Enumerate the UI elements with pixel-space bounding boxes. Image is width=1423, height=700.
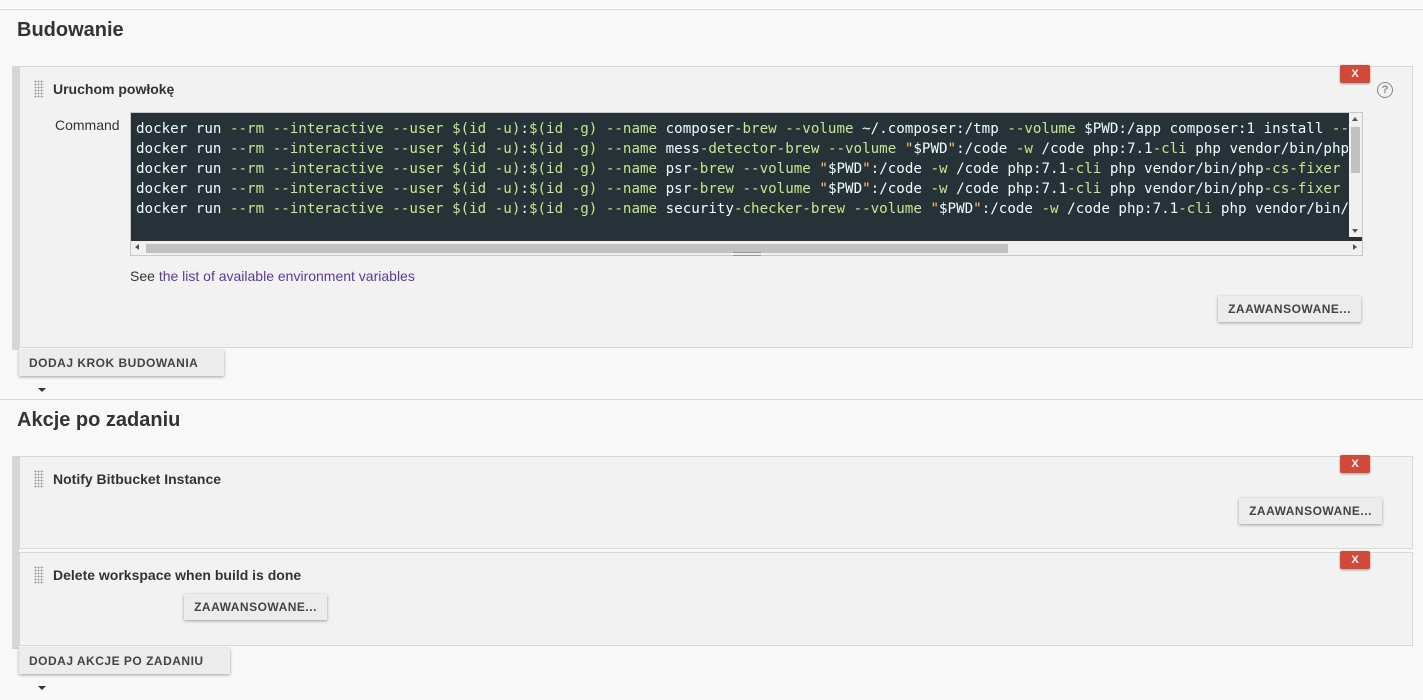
top-divider bbox=[0, 9, 1423, 10]
post-actions-bar bbox=[12, 456, 19, 649]
drag-handle-icon[interactable] bbox=[34, 80, 44, 98]
add-build-step-label: DODAJ KROK BUDOWANIA bbox=[29, 356, 199, 370]
editor-resize-grip[interactable] bbox=[733, 252, 761, 253]
horizontal-scroll-thumb[interactable] bbox=[146, 244, 1008, 253]
vertical-scroll-thumb[interactable] bbox=[1351, 127, 1360, 173]
editor-resize-grip-line bbox=[733, 255, 761, 256]
command-line: docker run --rm --interactive --user $(i… bbox=[136, 161, 1341, 177]
add-build-step-button[interactable]: DODAJ KROK BUDOWANIA bbox=[19, 350, 224, 392]
post-section-title: Akcje po zadaniu bbox=[17, 409, 181, 431]
command-line: docker run --rm --interactive --user $(i… bbox=[136, 121, 1348, 137]
chevron-down-icon bbox=[38, 387, 46, 392]
delete-workspace-advanced-button[interactable]: ZAAWANSOWANE... bbox=[184, 594, 327, 620]
help-icon[interactable]: ? bbox=[1377, 82, 1393, 98]
shell-step-title: Uruchom powłokę bbox=[53, 81, 175, 97]
env-vars-prefix: See bbox=[130, 268, 159, 284]
command-line: docker run --rm --interactive --user $(i… bbox=[136, 181, 1341, 197]
env-vars-link[interactable]: the list of available environment variab… bbox=[159, 268, 415, 284]
env-vars-hint: See the list of available environment va… bbox=[130, 268, 415, 284]
drag-handle-icon[interactable] bbox=[34, 470, 44, 488]
add-post-action-button[interactable]: DODAJ AKCJE PO ZADANIU bbox=[19, 648, 230, 690]
drag-handle-icon[interactable] bbox=[34, 566, 44, 584]
delete-shell-step-button[interactable]: X bbox=[1340, 65, 1370, 83]
command-text[interactable]: docker run --rm --interactive --user $(i… bbox=[136, 119, 1348, 219]
command-label: Command bbox=[55, 117, 120, 133]
notify-bitbucket-advanced-button[interactable]: ZAAWANSOWANE... bbox=[1239, 498, 1382, 524]
delete-workspace-title: Delete workspace when build is done bbox=[53, 567, 302, 583]
command-line: docker run --rm --interactive --user $(i… bbox=[136, 141, 1348, 157]
chevron-down-icon bbox=[38, 685, 46, 690]
scroll-up-icon[interactable] bbox=[1352, 117, 1358, 121]
add-post-action-label: DODAJ AKCJE PO ZADANIU bbox=[29, 654, 204, 668]
notify-bitbucket-title: Notify Bitbucket Instance bbox=[53, 471, 222, 487]
delete-workspace-remove-button[interactable]: X bbox=[1340, 551, 1370, 569]
build-step-bar bbox=[12, 66, 19, 350]
scroll-down-icon[interactable] bbox=[1352, 229, 1358, 233]
scroll-right-icon[interactable] bbox=[1353, 244, 1357, 250]
vertical-scrollbar[interactable] bbox=[1349, 113, 1362, 237]
post-divider bbox=[0, 399, 1423, 400]
scroll-left-icon[interactable] bbox=[135, 244, 139, 250]
command-editor[interactable]: docker run --rm --interactive --user $(i… bbox=[130, 112, 1363, 256]
shell-step-advanced-button[interactable]: ZAAWANSOWANE... bbox=[1218, 296, 1361, 322]
delete-notify-bitbucket-button[interactable]: X bbox=[1340, 455, 1370, 473]
notify-bitbucket-panel: Notify Bitbucket Instance X bbox=[19, 455, 1413, 549]
command-line: docker run --rm --interactive --user $(i… bbox=[136, 201, 1348, 217]
build-section-title: Budowanie bbox=[17, 19, 124, 41]
